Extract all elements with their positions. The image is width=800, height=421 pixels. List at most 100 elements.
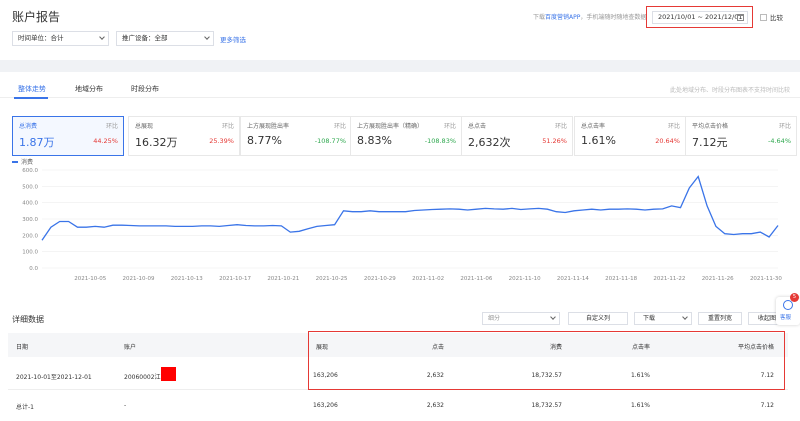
card-compare-label: 环比 [105,123,118,130]
x-tick-label: 2021-11-30 [750,276,782,282]
x-tick-label: 2021-11-06 [460,276,492,282]
col-date[interactable]: 日期 [16,342,28,351]
card-value: 16.32万 [135,136,178,149]
card-value: 2,632次 [468,136,511,149]
x-tick-label: 2021-10-29 [364,276,396,282]
card-label: 总点击率 [581,123,606,130]
legend-swatch [12,160,18,163]
card-compare-label: 环比 [667,123,680,130]
card-value: 8.83% [357,134,392,147]
card-label: 总点击 [468,123,487,130]
x-tick-label: 2021-11-14 [557,276,589,282]
y-tick-label: 300.0 [22,217,38,223]
device-select[interactable]: 推广设备：全部 [116,31,214,46]
cell-cost: 18,732.57 [531,402,562,409]
tab-overall-trend[interactable]: 整体走势 [18,84,46,94]
card-value: 8.77% [247,134,282,147]
more-filters-link[interactable]: 更多筛选 [220,34,246,44]
chevron-down-icon [99,34,105,40]
tab-region[interactable]: 地域分布 [75,84,103,94]
date-range-highlight: 2021/10/01 ~ 2021/12/01 [646,6,753,28]
device-value: 推广设备：全部 [122,34,168,42]
metric-card-top-win-rate-exact[interactable]: 上方展现胜出率（精确） 环比 8.83% -108.83% [350,116,462,156]
reset-width-button[interactable]: 重置列宽 [698,312,742,325]
calendar-icon [737,14,744,21]
download-button[interactable]: 下载 [634,312,692,325]
card-compare-label: 环比 [443,123,456,130]
download-prefix: 下载 [533,14,546,21]
x-tick-label: 2021-11-22 [653,276,685,282]
card-compare-label: 环比 [333,123,346,130]
download-app-hint: 下载百度营销APP，手机端随时随地查数据 [533,12,646,21]
x-tick-label: 2021-11-18 [605,276,637,282]
metric-card-avg-cpc[interactable]: 平均点击价格 环比 7.12元 -4.64% [685,116,797,156]
card-label: 上方展现胜出率（精确） [357,123,424,130]
x-tick-label: 2021-10-05 [74,276,106,282]
header-bar: 账户报告 下载百度营销APP，手机端随时随地查数据 2021/10/01 ~ 2… [0,0,800,60]
x-tick-label: 2021-10-17 [219,276,251,282]
customer-service-button[interactable]: 5 客服 [776,293,800,325]
customer-service-label: 客服 [780,315,792,321]
card-change: 51.26% [542,137,567,145]
card-value: 7.12元 [692,136,728,149]
cell-clicks: 2,632 [426,402,444,409]
compare-label: 比较 [770,14,783,22]
col-account[interactable]: 账户 [124,342,136,351]
metrics-highlight-box [308,331,785,390]
metric-card-cost[interactable]: 总消费 环比 1.87万 44.25% [12,116,124,156]
chevron-down-icon [550,314,556,320]
card-value: 1.61% [581,134,616,147]
cell-avg-cpc: 7.12 [760,402,774,409]
tab-hint: 此处地域分布、时段分布图表不支持时间比较 [669,87,790,94]
segment-select[interactable]: 细分 [482,312,560,325]
y-tick-label: 600.0 [22,168,38,174]
cell-date: 总计-1 [16,404,34,411]
notification-badge: 5 [790,293,799,302]
metric-card-clicks[interactable]: 总点击 环比 2,632次 51.26% [461,116,573,156]
metric-card-top-win-rate[interactable]: 上方展现胜出率 环比 8.77% -108.77% [240,116,352,156]
page-title: 账户报告 [12,10,61,24]
redaction-block [161,367,176,381]
date-range-picker[interactable]: 2021/10/01 ~ 2021/12/01 [652,11,748,24]
cell-date: 2021-10-01至2021-12-01 [16,374,92,381]
card-change: 25.39% [209,137,234,145]
tab-bar: 整体走势 地域分布 时段分布 此处地域分布、时段分布图表不支持时间比较 [0,72,800,99]
time-unit-select[interactable]: 时间单位：合计 [12,31,109,46]
compare-checkbox[interactable] [760,13,767,21]
cell-account: - [124,402,127,409]
card-change: -108.83% [424,137,456,145]
card-label: 上方展现胜出率 [247,123,290,130]
trend-chart: 0.0 100.0 200.0 300.0 400.0 500.0 600.0 2021-10… [22,168,782,282]
card-change: -4.64% [768,137,791,145]
table-total-row: 总计-1 - 163,206 2,632 18,732.57 1.61% 7.1… [8,394,788,419]
y-tick-label: 400.0 [22,201,38,207]
custom-columns-button[interactable]: 自定义列 [568,312,628,325]
download-suffix: ，手机端随时随地查数据 [580,14,647,21]
card-label: 平均点击价格 [692,123,729,130]
metric-card-ctr[interactable]: 总点击率 环比 1.61% 20.64% [574,116,686,156]
card-label: 总展现 [135,123,154,130]
y-tick-label: 200.0 [22,233,38,239]
x-tick-label: 2021-11-02 [412,276,444,282]
segment-placeholder: 细分 [488,315,501,322]
card-value: 1.87万 [19,136,55,149]
cell-ctr: 1.61% [630,402,650,409]
card-label: 总消费 [19,123,38,130]
download-app-link[interactable]: 百度营销APP [545,14,580,21]
compare-toggle[interactable]: 比较 [760,12,783,22]
x-tick-label: 2021-11-26 [702,276,734,282]
active-tab-indicator [14,97,48,99]
metric-card-impressions[interactable]: 总展现 环比 16.32万 25.39% [128,116,240,156]
tab-time-period[interactable]: 时段分布 [131,84,159,94]
y-tick-label: 100.0 [22,250,38,256]
card-change: 44.25% [93,137,118,145]
x-tick-label: 2021-10-13 [171,276,203,282]
y-tick-label: 0.0 [29,266,38,272]
chevron-down-icon [682,314,688,320]
x-tick-label: 2021-10-25 [316,276,348,282]
chevron-down-icon [204,34,210,40]
cell-impressions: 163,206 [313,402,338,409]
download-label: 下载 [643,315,656,322]
x-tick-label: 2021-10-09 [123,276,155,282]
card-compare-label: 环比 [554,123,567,130]
